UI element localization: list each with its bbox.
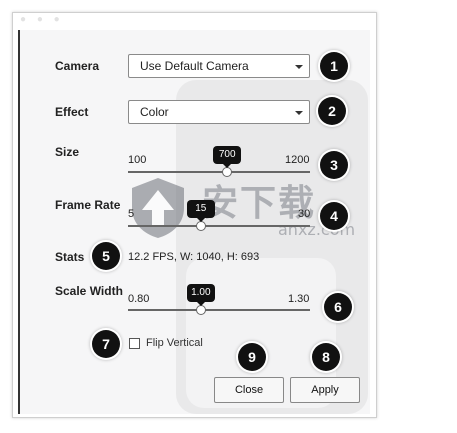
frame-rate-slider-thumb[interactable] [195,221,206,231]
callout-badge-7: 7 [92,330,120,358]
callout-badge-2: 2 [318,97,346,125]
flip-vertical-checkbox[interactable] [129,338,140,349]
size-label: Size [55,145,80,159]
callout-badge-5: 5 [92,242,120,270]
frame-rate-min-label: 5 [128,208,135,220]
scale-width-min-label: 0.80 [128,293,150,305]
scale-width-value-tooltip: 1.00 [186,284,215,306]
size-value-tooltip: 700 [213,146,242,168]
callout-badge-3: 3 [320,151,348,179]
frame-rate-label: Frame Rate [55,198,121,212]
camera-select-value: Use Default Camera [140,59,249,73]
scale-width-slider-thumb[interactable] [195,305,206,315]
stats-label: Stats [55,250,85,264]
effect-select-value: Color [140,105,169,119]
size-min-label: 100 [128,154,147,166]
callout-badge-1: 1 [320,52,348,80]
scale-width-max-label: 1.30 [288,293,310,305]
shield-icon [132,178,184,238]
flip-vertical-label[interactable]: Flip Vertical [146,337,203,349]
callout-badge-4: 4 [320,202,348,230]
window-corner-decoration: ● ● ● [20,14,64,25]
close-button[interactable]: Close [214,377,284,403]
callout-badge-9: 9 [238,343,266,371]
chevron-down-icon [295,111,303,115]
frame-rate-slider-track[interactable] [128,225,310,227]
callout-badge-6: 6 [324,293,352,321]
chevron-down-icon [295,65,303,69]
callout-badge-8: 8 [312,343,340,371]
size-max-label: 1200 [285,154,310,166]
stats-value: 12.2 FPS, W: 1040, H: 693 [128,251,260,263]
camera-select[interactable]: Use Default Camera [128,54,310,78]
frame-rate-value-tooltip: 15 [186,200,215,222]
apply-button[interactable]: Apply [290,377,360,403]
scale-width-slider-track[interactable] [128,309,310,311]
camera-label: Camera [55,59,100,73]
effect-select[interactable]: Color [128,100,310,124]
frame-rate-max-label: 30 [298,208,311,220]
effect-label: Effect [55,105,89,119]
scale-width-label: Scale Width [55,284,123,298]
